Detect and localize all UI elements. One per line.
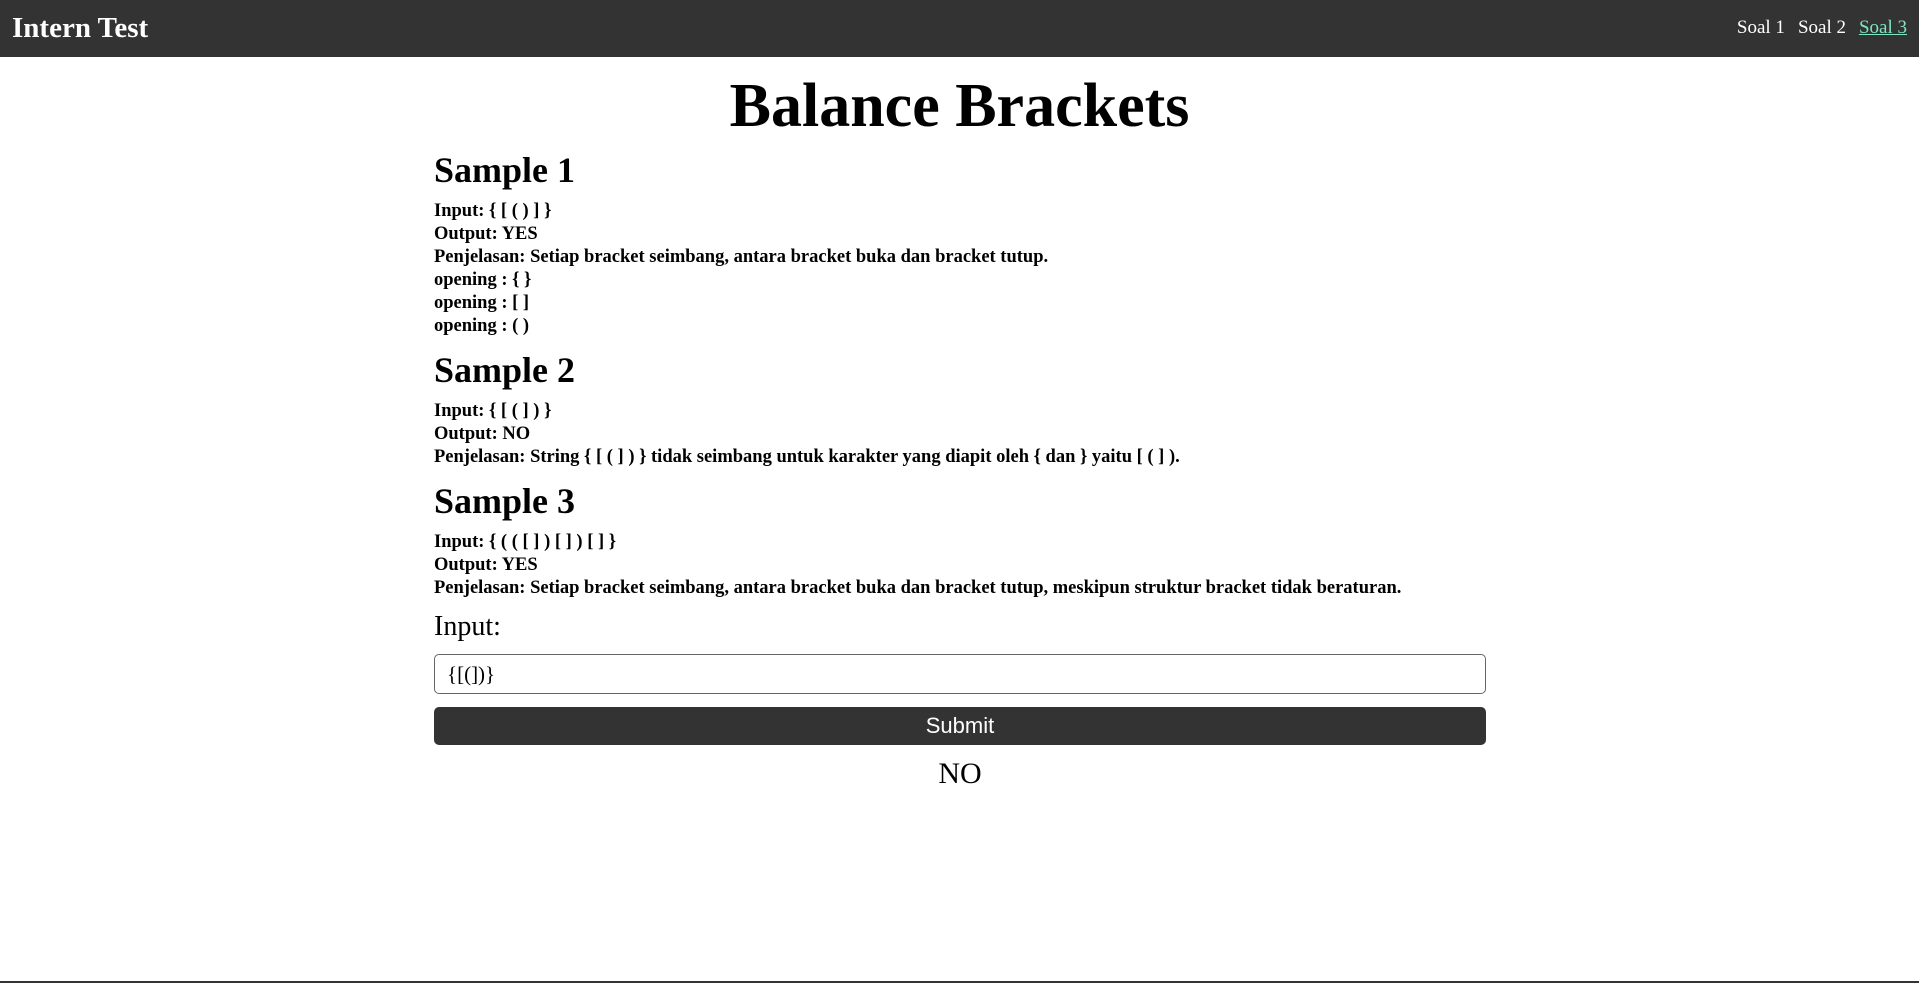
brand-title: Intern Test [12, 12, 149, 44]
sample-title: Sample 1 [434, 150, 576, 190]
sample-explanation-line: Penjelasan: Setiap bracket seimbang, ant… [434, 578, 1402, 598]
sample-output-line: Output: YES [434, 224, 538, 244]
nav-link-soal-1[interactable]: Soal 1 [1737, 16, 1785, 40]
nav-links: Soal 1 Soal 2 Soal 3 [1737, 16, 1907, 40]
sample-3: Sample 3 Input: { ( ( [ ] ) [ ] ) [ ] } … [434, 479, 1486, 600]
input-label: Input: [434, 611, 501, 642]
nav-link-soal-3[interactable]: Soal 3 [1859, 16, 1907, 40]
main-content: Sample 1 Input: { [ ( ) ] } Output: YES … [434, 148, 1486, 792]
sample-opening-line: opening : ( ) [434, 316, 530, 336]
bracket-input[interactable] [434, 654, 1486, 694]
sample-opening-line: opening : { } [434, 270, 532, 290]
sample-explanation-line: Penjelasan: Setiap bracket seimbang, ant… [434, 247, 1049, 267]
top-navbar: Intern Test Soal 1 Soal 2 Soal 3 [0, 0, 1919, 57]
sample-explanation-line: Penjelasan: String { [ ( ] ) } tidak sei… [434, 447, 1180, 467]
sample-input-line: Input: { [ ( ) ] } [434, 201, 552, 221]
sample-opening-line: opening : [ ] [434, 293, 530, 313]
sample-2: Sample 2 Input: { [ ( ] ) } Output: NO P… [434, 348, 1486, 469]
sample-1: Sample 1 Input: { [ ( ) ] } Output: YES … [434, 148, 1486, 338]
result-text: NO [938, 757, 982, 790]
page-title: Balance Brackets [729, 72, 1190, 140]
sample-output-line: Output: YES [434, 555, 538, 575]
sample-input-line: Input: { [ ( ] ) } [434, 401, 552, 421]
sample-input-line: Input: { ( ( [ ] ) [ ] ) [ ] } [434, 532, 617, 552]
sample-title: Sample 2 [434, 350, 576, 390]
sample-title: Sample 3 [434, 481, 576, 521]
submit-button[interactable]: Submit [434, 707, 1486, 745]
nav-link-soal-2[interactable]: Soal 2 [1798, 16, 1846, 40]
sample-output-line: Output: NO [434, 424, 531, 444]
